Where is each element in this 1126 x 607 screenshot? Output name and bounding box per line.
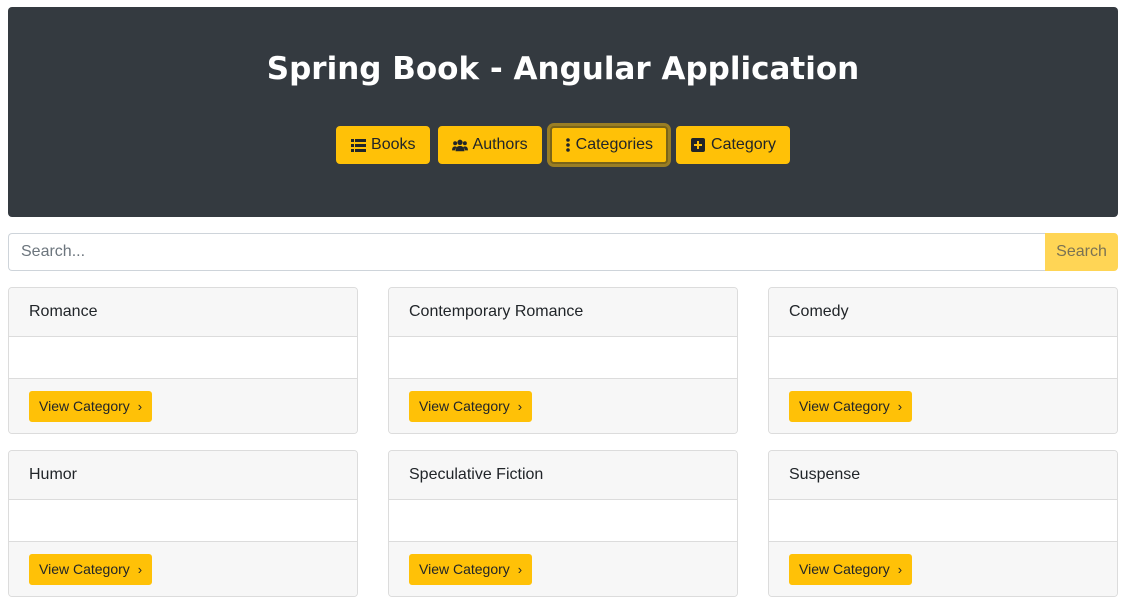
nav-add-category-label: Category xyxy=(711,136,776,153)
category-name: Contemporary Romance xyxy=(389,288,737,337)
card-footer: View Category › xyxy=(769,378,1117,433)
chevron-right-icon: › xyxy=(137,398,143,414)
card-body xyxy=(9,337,357,378)
category-name: Suspense xyxy=(769,451,1117,500)
nav-add-category-button[interactable]: Category xyxy=(676,126,790,164)
view-category-label: View Category xyxy=(419,561,510,577)
card-footer: View Category › xyxy=(9,541,357,596)
card-body xyxy=(389,500,737,541)
nav-books-label: Books xyxy=(371,136,416,153)
view-category-label: View Category xyxy=(39,561,130,577)
category-card: Contemporary Romance View Category › xyxy=(388,287,738,434)
chevron-right-icon: › xyxy=(517,561,523,577)
chevron-right-icon: › xyxy=(897,561,903,577)
list-icon xyxy=(350,137,366,153)
chevron-right-icon: › xyxy=(897,398,903,414)
category-name: Speculative Fiction xyxy=(389,451,737,500)
search-input[interactable] xyxy=(8,233,1045,271)
category-name: Comedy xyxy=(769,288,1117,337)
search-bar: Search xyxy=(8,233,1118,271)
card-body xyxy=(9,500,357,541)
card-footer: View Category › xyxy=(389,541,737,596)
view-category-button[interactable]: View Category › xyxy=(789,553,913,585)
category-card: Speculative Fiction View Category › xyxy=(388,450,738,597)
category-name: Humor xyxy=(9,451,357,500)
nav-authors-button[interactable]: Authors xyxy=(437,126,542,164)
card-body xyxy=(769,500,1117,541)
view-category-label: View Category xyxy=(799,398,890,414)
card-body xyxy=(769,337,1117,378)
view-category-label: View Category xyxy=(799,561,890,577)
nav-categories-button[interactable]: Categories xyxy=(549,126,669,164)
card-footer: View Category › xyxy=(769,541,1117,596)
users-icon xyxy=(451,137,468,153)
nav-bar: Books Authors Categories Category xyxy=(8,126,1118,164)
view-category-button[interactable]: View Category › xyxy=(789,390,913,422)
category-card: Humor View Category › xyxy=(8,450,358,597)
category-card: Suspense View Category › xyxy=(768,450,1118,597)
view-category-button[interactable]: View Category › xyxy=(409,553,533,585)
card-body xyxy=(389,337,737,378)
nav-authors-label: Authors xyxy=(472,136,528,153)
view-category-button[interactable]: View Category › xyxy=(29,390,153,422)
category-name: Romance xyxy=(9,288,357,337)
nav-categories-label: Categories xyxy=(575,136,654,153)
nav-books-button[interactable]: Books xyxy=(336,126,430,164)
card-footer: View Category › xyxy=(389,378,737,433)
view-category-button[interactable]: View Category › xyxy=(409,390,533,422)
category-card: Comedy View Category › xyxy=(768,287,1118,434)
category-grid: Romance View Category › Contemporary Rom… xyxy=(8,287,1118,597)
view-category-label: View Category xyxy=(419,398,510,414)
ellipsis-vertical-icon xyxy=(565,137,571,153)
page-title: Spring Book - Angular Application xyxy=(266,51,860,87)
header-jumbotron: Spring Book - Angular Application Books … xyxy=(8,7,1118,217)
search-button[interactable]: Search xyxy=(1045,233,1118,271)
view-category-button[interactable]: View Category › xyxy=(29,553,153,585)
category-card: Romance View Category › xyxy=(8,287,358,434)
card-footer: View Category › xyxy=(9,378,357,433)
chevron-right-icon: › xyxy=(137,561,143,577)
plus-square-icon xyxy=(690,137,706,153)
chevron-right-icon: › xyxy=(517,398,523,414)
view-category-label: View Category xyxy=(39,398,130,414)
